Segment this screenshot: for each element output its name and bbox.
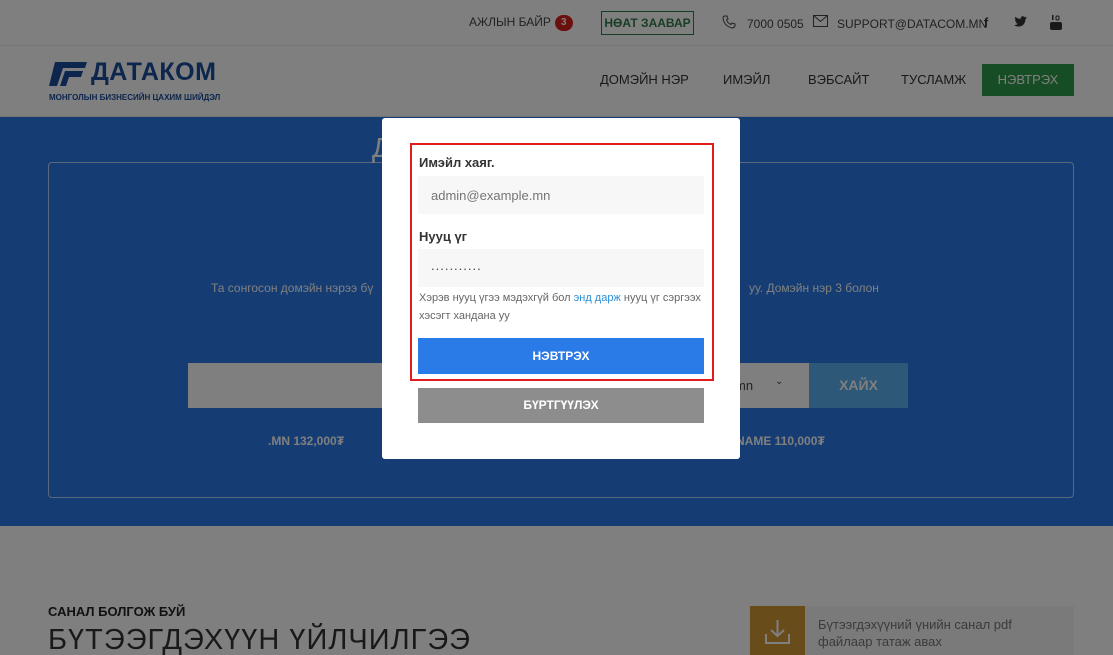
password-reset-link[interactable]: энд дарж — [574, 292, 621, 304]
help-text-before: Хэрэв нууц үгээ мэдэхгүй бол — [419, 292, 574, 304]
email-field[interactable] — [418, 176, 704, 214]
password-help-text: Хэрэв нууц үгээ мэдэхгүй бол энд дарж ну… — [419, 289, 709, 325]
email-label: Имэйл хаяг. — [419, 155, 495, 170]
password-field[interactable]: ........... — [418, 249, 704, 287]
login-modal: Имэйл хаяг. Нууц үг ........... Хэрэв ну… — [382, 118, 740, 459]
password-label: Нууц үг — [419, 229, 468, 244]
register-button[interactable]: БҮРТГҮҮЛЭХ — [418, 388, 704, 423]
login-button[interactable]: НЭВТРЭХ — [418, 338, 704, 374]
